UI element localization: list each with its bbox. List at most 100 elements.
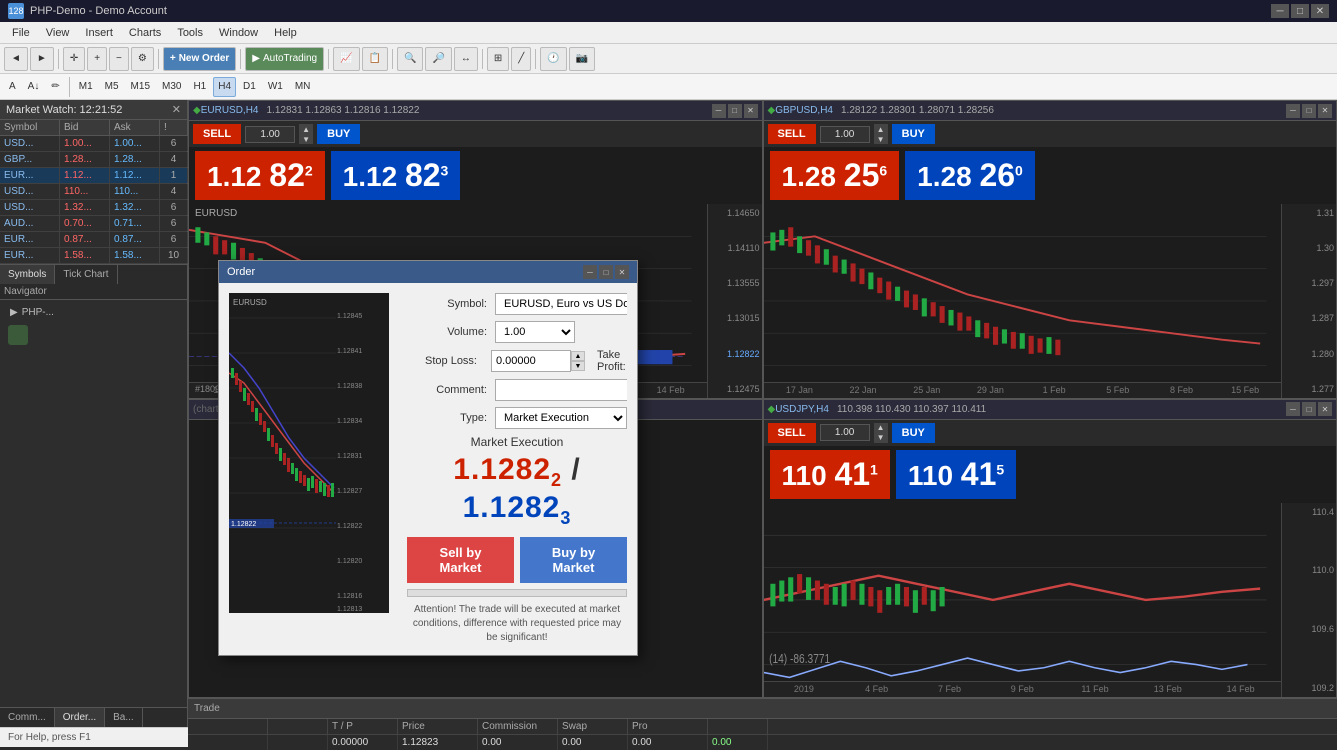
usdjpy-vol-down[interactable]: ▼ <box>874 433 888 443</box>
mw-row-usd1[interactable]: USD... 1.00... 1.00... 6 <box>0 136 187 152</box>
usdjpy-close[interactable]: ✕ <box>1318 402 1332 416</box>
eurusd-vol-down[interactable]: ▼ <box>299 134 313 144</box>
zoom-in-button[interactable]: + <box>87 47 107 71</box>
eurusd-minimize[interactable]: ─ <box>712 104 726 118</box>
buy-by-market-button[interactable]: Buy by Market <box>520 537 627 583</box>
eurusd-buy-price[interactable]: 1.12 823 <box>331 151 461 200</box>
usdjpy-prices: 110.398 110.430 110.397 110.411 <box>837 404 1286 415</box>
tf-mn[interactable]: MN <box>290 77 316 97</box>
order-dialog[interactable]: Order ─ □ ✕ EURUSD <box>218 260 638 656</box>
mw-row-eur2[interactable]: EUR... 0.87... 0.87... 6 <box>0 232 187 248</box>
trendline-button[interactable]: ╱ <box>511 47 531 71</box>
menu-view[interactable]: View <box>38 25 78 41</box>
screenshot-button[interactable]: 📷 <box>569 47 595 71</box>
tf-w1[interactable]: W1 <box>263 77 288 97</box>
usdjpy-buy-price[interactable]: 110 415 <box>896 450 1016 499</box>
mw-row-usd2[interactable]: USD... 110... 110... 4 <box>0 184 187 200</box>
menu-help[interactable]: Help <box>266 25 305 41</box>
tf-m15[interactable]: M15 <box>126 77 155 97</box>
gbpusd-vol-down[interactable]: ▼ <box>874 134 888 144</box>
zoom-chart-button[interactable]: 🔍 <box>397 47 423 71</box>
eurusd-vol-up[interactable]: ▲ <box>299 124 313 134</box>
usdjpy-sell-price[interactable]: 110 411 <box>770 450 890 499</box>
market-watch-close[interactable]: ✕ <box>172 103 181 116</box>
tab-order[interactable]: Order... <box>55 708 105 727</box>
eurusd-sell-price[interactable]: 1.12 822 <box>195 151 325 200</box>
close-button[interactable]: ✕ <box>1311 4 1329 18</box>
tf-h1[interactable]: H1 <box>188 77 211 97</box>
usdjpy-sell-button[interactable]: SELL <box>768 423 816 443</box>
properties-button[interactable]: ⚙ <box>131 47 154 71</box>
eurusd-volume-input[interactable] <box>245 126 295 143</box>
tab-tick-chart[interactable]: Tick Chart <box>55 265 117 284</box>
draw-tool[interactable]: ✏ <box>46 77 64 97</box>
sell-by-market-button[interactable]: Sell by Market <box>407 537 514 583</box>
usdjpy-buy-button[interactable]: BUY <box>892 423 935 443</box>
eurusd-buy-button[interactable]: BUY <box>317 124 360 144</box>
gbpusd-volume-input[interactable] <box>820 126 870 143</box>
minimize-button[interactable]: ─ <box>1271 4 1289 18</box>
menu-charts[interactable]: Charts <box>121 25 169 41</box>
new-order-button[interactable]: + New Order <box>163 47 236 71</box>
usdjpy-volume-arrows: ▲ ▼ <box>874 423 888 443</box>
comment-input[interactable] <box>495 379 627 401</box>
gbpusd-sell-button[interactable]: SELL <box>768 124 816 144</box>
sl-down-button[interactable]: ▼ <box>571 361 585 371</box>
objects-button[interactable]: ⊞ <box>487 47 509 71</box>
gbpusd-minimize[interactable]: ─ <box>1286 104 1300 118</box>
gbpusd-buy-price[interactable]: 1.28 260 <box>905 151 1035 200</box>
mw-row-aud[interactable]: AUD... 0.70... 0.71... 6 <box>0 216 187 232</box>
stop-loss-input[interactable] <box>491 350 571 372</box>
menu-insert[interactable]: Insert <box>77 25 121 41</box>
mw-row-gbp[interactable]: GBP... 1.28... 1.28... 4 <box>0 152 187 168</box>
maximize-button[interactable]: □ <box>1291 4 1309 18</box>
crosshair-button[interactable]: ✛ <box>63 47 85 71</box>
template-button[interactable]: 📋 <box>362 47 388 71</box>
usdjpy-maximize[interactable]: □ <box>1302 402 1316 416</box>
gbpusd-buy-button[interactable]: BUY <box>892 124 935 144</box>
tf-h4[interactable]: H4 <box>213 77 236 97</box>
gbpusd-vol-up[interactable]: ▲ <box>874 124 888 134</box>
eurusd-maximize[interactable]: □ <box>728 104 742 118</box>
scroll-button[interactable]: ↔ <box>454 47 478 71</box>
type-select[interactable]: Market Execution <box>495 407 627 429</box>
forward-button[interactable]: ► <box>30 47 54 71</box>
eurusd-close[interactable]: ✕ <box>744 104 758 118</box>
dialog-close[interactable]: ✕ <box>615 265 629 279</box>
volume-select[interactable]: 1.00 <box>495 321 575 343</box>
mw-row-eur[interactable]: EUR... 1.12... 1.12... 1 <box>0 168 187 184</box>
dialog-maximize[interactable]: □ <box>599 265 613 279</box>
gbpusd-sell-price[interactable]: 1.28 256 <box>770 151 900 200</box>
text-arrow-tool[interactable]: A↓ <box>23 77 45 97</box>
nav-item-phpDemo[interactable]: ▶ PHP-... <box>4 304 183 321</box>
eurusd-sell-button[interactable]: SELL <box>193 124 241 144</box>
usdjpy-volume-input[interactable] <box>820 424 870 441</box>
tab-comm[interactable]: Comm... <box>0 708 55 727</box>
menu-file[interactable]: File <box>4 25 38 41</box>
usdjpy-minimize[interactable]: ─ <box>1286 402 1300 416</box>
gbpusd-maximize[interactable]: □ <box>1302 104 1316 118</box>
text-tool[interactable]: A <box>4 77 21 97</box>
back-button[interactable]: ◄ <box>4 47 28 71</box>
mw-row-usd3[interactable]: USD... 1.32... 1.32... 6 <box>0 200 187 216</box>
symbol-select[interactable]: EURUSD, Euro vs US Dollar Variable + Com… <box>495 293 627 315</box>
indicator-button[interactable]: 📈 <box>333 47 359 71</box>
sl-up-button[interactable]: ▲ <box>571 351 585 361</box>
zoom-out-chart-button[interactable]: 🔎 <box>425 47 451 71</box>
tab-balance[interactable]: Ba... <box>105 708 143 727</box>
usdjpy-vol-up[interactable]: ▲ <box>874 423 888 433</box>
mw-row-eur3[interactable]: EUR... 1.58... 1.58... 10 <box>0 248 187 264</box>
tf-d1[interactable]: D1 <box>238 77 261 97</box>
time-button[interactable]: 🕐 <box>540 47 566 71</box>
zoom-out-button[interactable]: − <box>109 47 129 71</box>
gbpusd-close[interactable]: ✕ <box>1318 104 1332 118</box>
tf-m1[interactable]: M1 <box>74 77 98 97</box>
menu-window[interactable]: Window <box>211 25 266 41</box>
tf-m30[interactable]: M30 <box>157 77 186 97</box>
autotrading-button[interactable]: ▶ AutoTrading <box>245 47 324 71</box>
tf-m5[interactable]: M5 <box>100 77 124 97</box>
dialog-minimize[interactable]: ─ <box>583 265 597 279</box>
trade-row-1[interactable]: 0.00000 1.12823 0.00 0.00 0.00 0.00 <box>188 735 1337 750</box>
tab-symbols[interactable]: Symbols <box>0 265 55 284</box>
menu-tools[interactable]: Tools <box>169 25 211 41</box>
